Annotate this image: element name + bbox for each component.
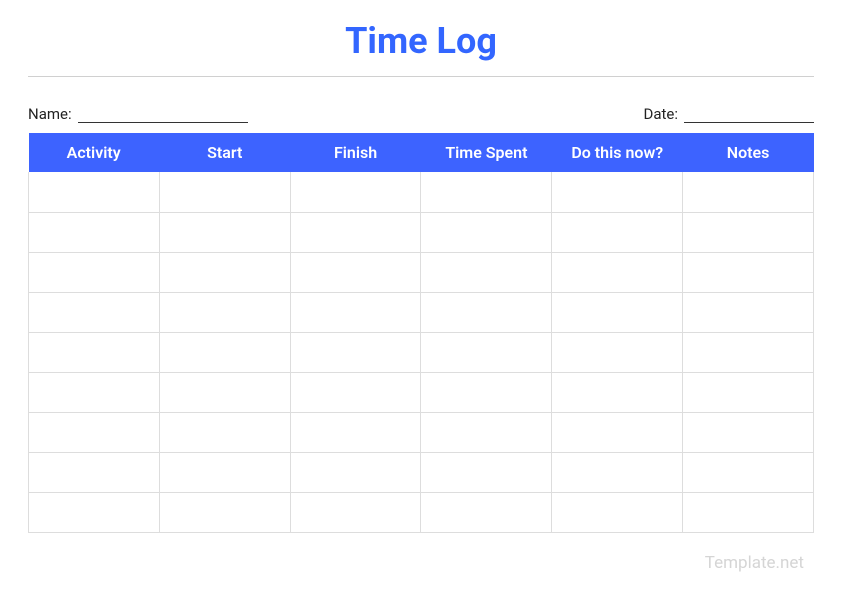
- table-cell[interactable]: [29, 172, 160, 212]
- table-cell[interactable]: [421, 492, 552, 532]
- table-cell[interactable]: [29, 492, 160, 532]
- table-cell[interactable]: [29, 372, 160, 412]
- date-field: Date:: [644, 105, 815, 123]
- table-row: [29, 292, 814, 332]
- table-cell[interactable]: [290, 292, 421, 332]
- table-cell[interactable]: [159, 332, 290, 372]
- table-cell[interactable]: [683, 292, 814, 332]
- table-cell[interactable]: [683, 412, 814, 452]
- table-cell[interactable]: [421, 212, 552, 252]
- table-cell[interactable]: [290, 252, 421, 292]
- table-cell[interactable]: [552, 492, 683, 532]
- watermark: Template.net: [705, 553, 804, 573]
- table-cell[interactable]: [683, 252, 814, 292]
- table-row: [29, 372, 814, 412]
- table-cell[interactable]: [159, 172, 290, 212]
- table-cell[interactable]: [159, 452, 290, 492]
- table-cell[interactable]: [683, 372, 814, 412]
- table-cell[interactable]: [290, 412, 421, 452]
- col-notes: Notes: [683, 133, 814, 172]
- table-cell[interactable]: [421, 332, 552, 372]
- table-cell[interactable]: [290, 212, 421, 252]
- table-cell[interactable]: [683, 492, 814, 532]
- table-cell[interactable]: [552, 332, 683, 372]
- table-cell[interactable]: [290, 332, 421, 372]
- table-cell[interactable]: [552, 172, 683, 212]
- name-input-line[interactable]: [78, 107, 248, 123]
- table-cell[interactable]: [290, 492, 421, 532]
- col-time-spent: Time Spent: [421, 133, 552, 172]
- table-cell[interactable]: [683, 172, 814, 212]
- table-row: [29, 172, 814, 212]
- table-cell[interactable]: [683, 332, 814, 372]
- table-cell[interactable]: [29, 412, 160, 452]
- table-cell[interactable]: [683, 212, 814, 252]
- col-start: Start: [159, 133, 290, 172]
- col-activity: Activity: [29, 133, 160, 172]
- table-cell[interactable]: [29, 292, 160, 332]
- date-label: Date:: [644, 105, 685, 123]
- date-input-line[interactable]: [684, 107, 814, 123]
- table-cell[interactable]: [29, 252, 160, 292]
- table-cell[interactable]: [159, 292, 290, 332]
- table-cell[interactable]: [290, 452, 421, 492]
- name-label: Name:: [28, 105, 78, 123]
- table-cell[interactable]: [552, 412, 683, 452]
- table-row: [29, 212, 814, 252]
- table-cell[interactable]: [29, 452, 160, 492]
- table-row: [29, 492, 814, 532]
- table-cell[interactable]: [552, 292, 683, 332]
- table-cell[interactable]: [159, 492, 290, 532]
- table-cell[interactable]: [552, 372, 683, 412]
- col-finish: Finish: [290, 133, 421, 172]
- table-cell[interactable]: [683, 452, 814, 492]
- name-field: Name:: [28, 105, 248, 123]
- table-header-row: Activity Start Finish Time Spent Do this…: [29, 133, 814, 172]
- col-do-this-now: Do this now?: [552, 133, 683, 172]
- table-row: [29, 412, 814, 452]
- table-cell[interactable]: [421, 292, 552, 332]
- time-log-table: Activity Start Finish Time Spent Do this…: [28, 133, 814, 533]
- table-cell[interactable]: [29, 332, 160, 372]
- table-cell[interactable]: [159, 412, 290, 452]
- table-cell[interactable]: [421, 372, 552, 412]
- table-cell[interactable]: [290, 172, 421, 212]
- table-cell[interactable]: [421, 452, 552, 492]
- table-row: [29, 452, 814, 492]
- table-cell[interactable]: [290, 372, 421, 412]
- table-cell[interactable]: [159, 252, 290, 292]
- table-cell[interactable]: [552, 252, 683, 292]
- table-cell[interactable]: [552, 212, 683, 252]
- table-cell[interactable]: [421, 252, 552, 292]
- table-cell[interactable]: [159, 212, 290, 252]
- table-row: [29, 332, 814, 372]
- page-title: Time Log: [28, 20, 814, 77]
- table-cell[interactable]: [159, 372, 290, 412]
- table-cell[interactable]: [552, 452, 683, 492]
- table-cell[interactable]: [29, 212, 160, 252]
- table-row: [29, 252, 814, 292]
- meta-row: Name: Date:: [28, 105, 814, 123]
- table-cell[interactable]: [421, 412, 552, 452]
- table-cell[interactable]: [421, 172, 552, 212]
